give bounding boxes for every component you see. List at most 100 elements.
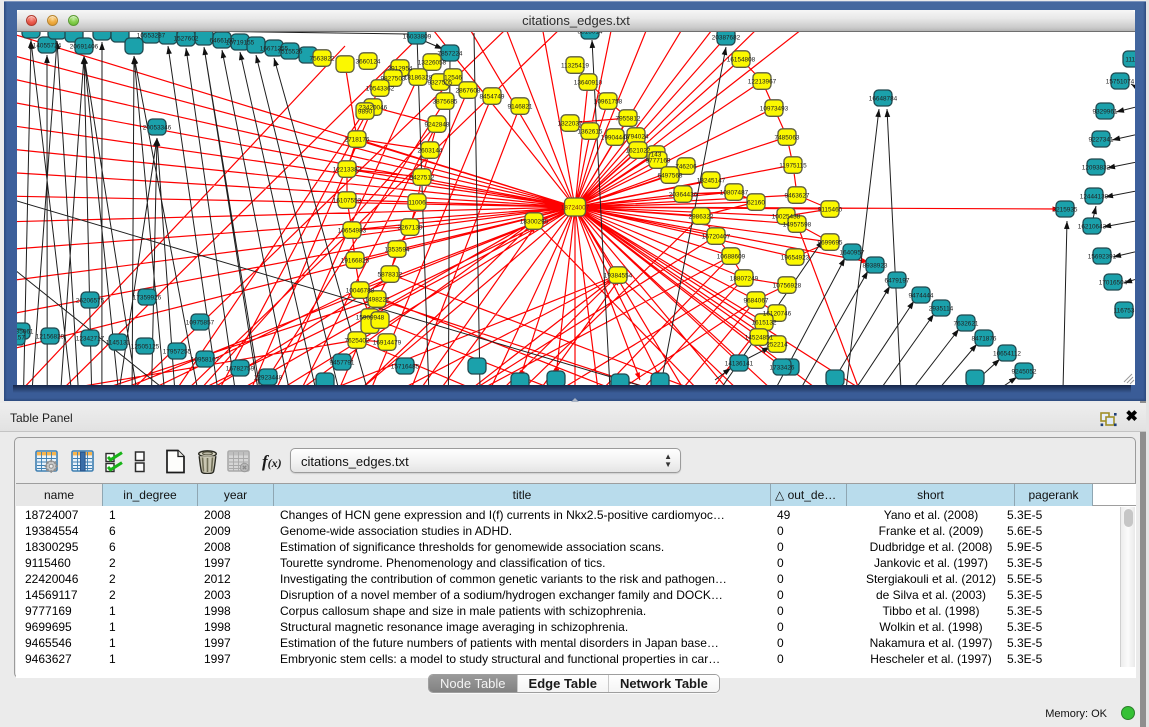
svg-text:5878312: 5878312 (378, 272, 403, 279)
svg-text:12505125: 12505125 (131, 344, 160, 351)
svg-text:9245052: 9245052 (1012, 369, 1037, 376)
svg-text:9115460: 9115460 (818, 207, 843, 214)
svg-text:3660124: 3660124 (356, 59, 381, 66)
svg-text:9699695: 9699695 (818, 240, 843, 247)
svg-text:10654112: 10654112 (993, 351, 1021, 358)
svg-text:18300295: 18300295 (520, 219, 549, 226)
svg-text:10975857: 10975857 (186, 320, 215, 327)
svg-text:6479197: 6479197 (885, 278, 910, 285)
svg-text:26206575: 26206575 (76, 298, 105, 305)
svg-text:2935114: 2935114 (929, 306, 954, 313)
svg-text:3875685: 3875685 (433, 99, 458, 106)
svg-text:6497568: 6497568 (658, 173, 683, 180)
svg-text:1362615: 1362615 (578, 129, 603, 136)
svg-text:9242848: 9242848 (425, 122, 450, 129)
svg-text:10688609: 10688609 (717, 254, 746, 261)
svg-text:6794024: 6794024 (624, 134, 649, 141)
svg-text:17359926: 17359926 (133, 295, 162, 302)
svg-text:20053346: 20053346 (143, 125, 172, 132)
svg-text:20387682: 20387682 (712, 35, 741, 42)
svg-text:19384554: 19384554 (604, 273, 633, 280)
svg-text:15909948: 15909948 (356, 315, 385, 322)
svg-text:2603144: 2603144 (418, 148, 443, 155)
svg-text:1322037: 1322037 (558, 121, 583, 128)
svg-text:8427512: 8427512 (410, 175, 435, 182)
svg-text:12444139: 12444139 (1080, 194, 1109, 201)
svg-text:2718176: 2718176 (345, 137, 370, 144)
svg-text:12546: 12546 (444, 75, 462, 82)
svg-text:3267130: 3267130 (398, 225, 423, 232)
svg-text:19654923: 19654923 (781, 255, 810, 262)
svg-text:7632621: 7632621 (954, 321, 979, 328)
svg-text:15720407: 15720407 (702, 234, 731, 241)
svg-text:8454749: 8454749 (480, 94, 505, 101)
svg-text:3215935: 3215935 (1053, 207, 1078, 214)
svg-text:10807487: 10807487 (720, 190, 749, 197)
svg-text:15692391: 15692391 (1088, 254, 1117, 261)
svg-text:116753: 116753 (1114, 308, 1135, 315)
svg-text:2867608: 2867608 (456, 88, 481, 95)
svg-text:8813014: 8813014 (578, 32, 603, 36)
svg-text:14957598: 14957598 (783, 222, 812, 229)
svg-text:18245147: 18245147 (697, 178, 726, 185)
svg-text:1615132: 1615132 (752, 320, 777, 327)
svg-text:16107553: 16107553 (333, 198, 362, 205)
svg-text:10025438: 10025438 (772, 214, 801, 221)
svg-text:7857224: 7857224 (438, 51, 463, 58)
svg-text:10046788: 10046788 (346, 288, 375, 295)
svg-text:10543362: 10543362 (366, 86, 395, 93)
svg-text:1353594: 1353594 (385, 247, 410, 254)
svg-text:9474444: 9474444 (909, 293, 934, 300)
svg-text:7515526: 7515526 (278, 49, 303, 56)
svg-text:8938923: 8938923 (863, 263, 888, 270)
svg-text:9827503: 9827503 (381, 76, 406, 83)
svg-text:8471876: 8471876 (972, 336, 997, 343)
svg-text:252214: 252214 (766, 342, 788, 349)
svg-text:746206: 746206 (675, 164, 697, 171)
svg-text:20691406: 20691406 (70, 44, 99, 51)
svg-text:1621022: 1621022 (626, 148, 651, 155)
svg-text:15751074: 15751074 (1106, 79, 1135, 86)
svg-text:7485063: 7485063 (775, 135, 800, 142)
svg-text:14524851: 14524851 (745, 335, 774, 342)
svg-text:16120746: 16120746 (763, 311, 792, 318)
svg-text:10756928: 10756928 (773, 283, 802, 290)
svg-text:9890: 9890 (358, 109, 373, 116)
svg-text:13640910: 13640910 (574, 80, 603, 87)
svg-text:7625402: 7625402 (345, 338, 370, 345)
svg-text:12923448: 12923448 (254, 375, 283, 382)
svg-text:9227341: 9227341 (1089, 137, 1114, 144)
svg-text:12213967: 12213967 (748, 79, 777, 86)
svg-text:9146821: 9146821 (508, 104, 533, 111)
svg-text:1527602: 1527602 (174, 36, 199, 43)
svg-text:17016504: 17016504 (1099, 280, 1128, 287)
svg-text:10553287: 10553287 (137, 33, 166, 40)
svg-text:12093832: 12093832 (1082, 165, 1111, 172)
svg-text:11325419: 11325419 (561, 63, 589, 70)
svg-text:7955812: 7955812 (616, 116, 641, 123)
svg-text:18807249: 18807249 (730, 276, 759, 283)
svg-text:20364436: 20364436 (669, 192, 698, 199)
svg-text:9777169: 9777169 (646, 158, 671, 165)
svg-text:15716485: 15716485 (391, 364, 420, 371)
svg-text:10719155: 10719155 (226, 40, 255, 47)
svg-text:16033809: 16033809 (403, 34, 432, 41)
svg-text:10654983: 10654983 (338, 228, 367, 235)
svg-text:1498222: 1498222 (365, 297, 390, 304)
svg-text:14136141: 14136141 (725, 361, 754, 368)
svg-text:39157: 39157 (17, 335, 25, 342)
svg-text:1733426: 1733426 (770, 365, 795, 372)
svg-text:9684067: 9684067 (744, 298, 769, 305)
svg-text:16914479: 16914479 (373, 340, 402, 347)
svg-text:1640957: 1640957 (840, 250, 865, 257)
svg-text:10958167: 10958167 (191, 357, 220, 364)
svg-text:18724007: 18724007 (561, 205, 590, 212)
svg-text:13226058: 13226058 (418, 60, 447, 67)
svg-text:1145131: 1145131 (106, 340, 131, 347)
svg-text:12213382: 12213382 (333, 167, 362, 174)
svg-text:16154808: 16154808 (727, 57, 756, 64)
svg-text:12156829: 12156829 (36, 334, 65, 341)
svg-text:10973493: 10973493 (760, 106, 789, 113)
svg-text:17957255: 17957255 (163, 349, 192, 356)
svg-text:16782759: 16782759 (226, 366, 255, 373)
